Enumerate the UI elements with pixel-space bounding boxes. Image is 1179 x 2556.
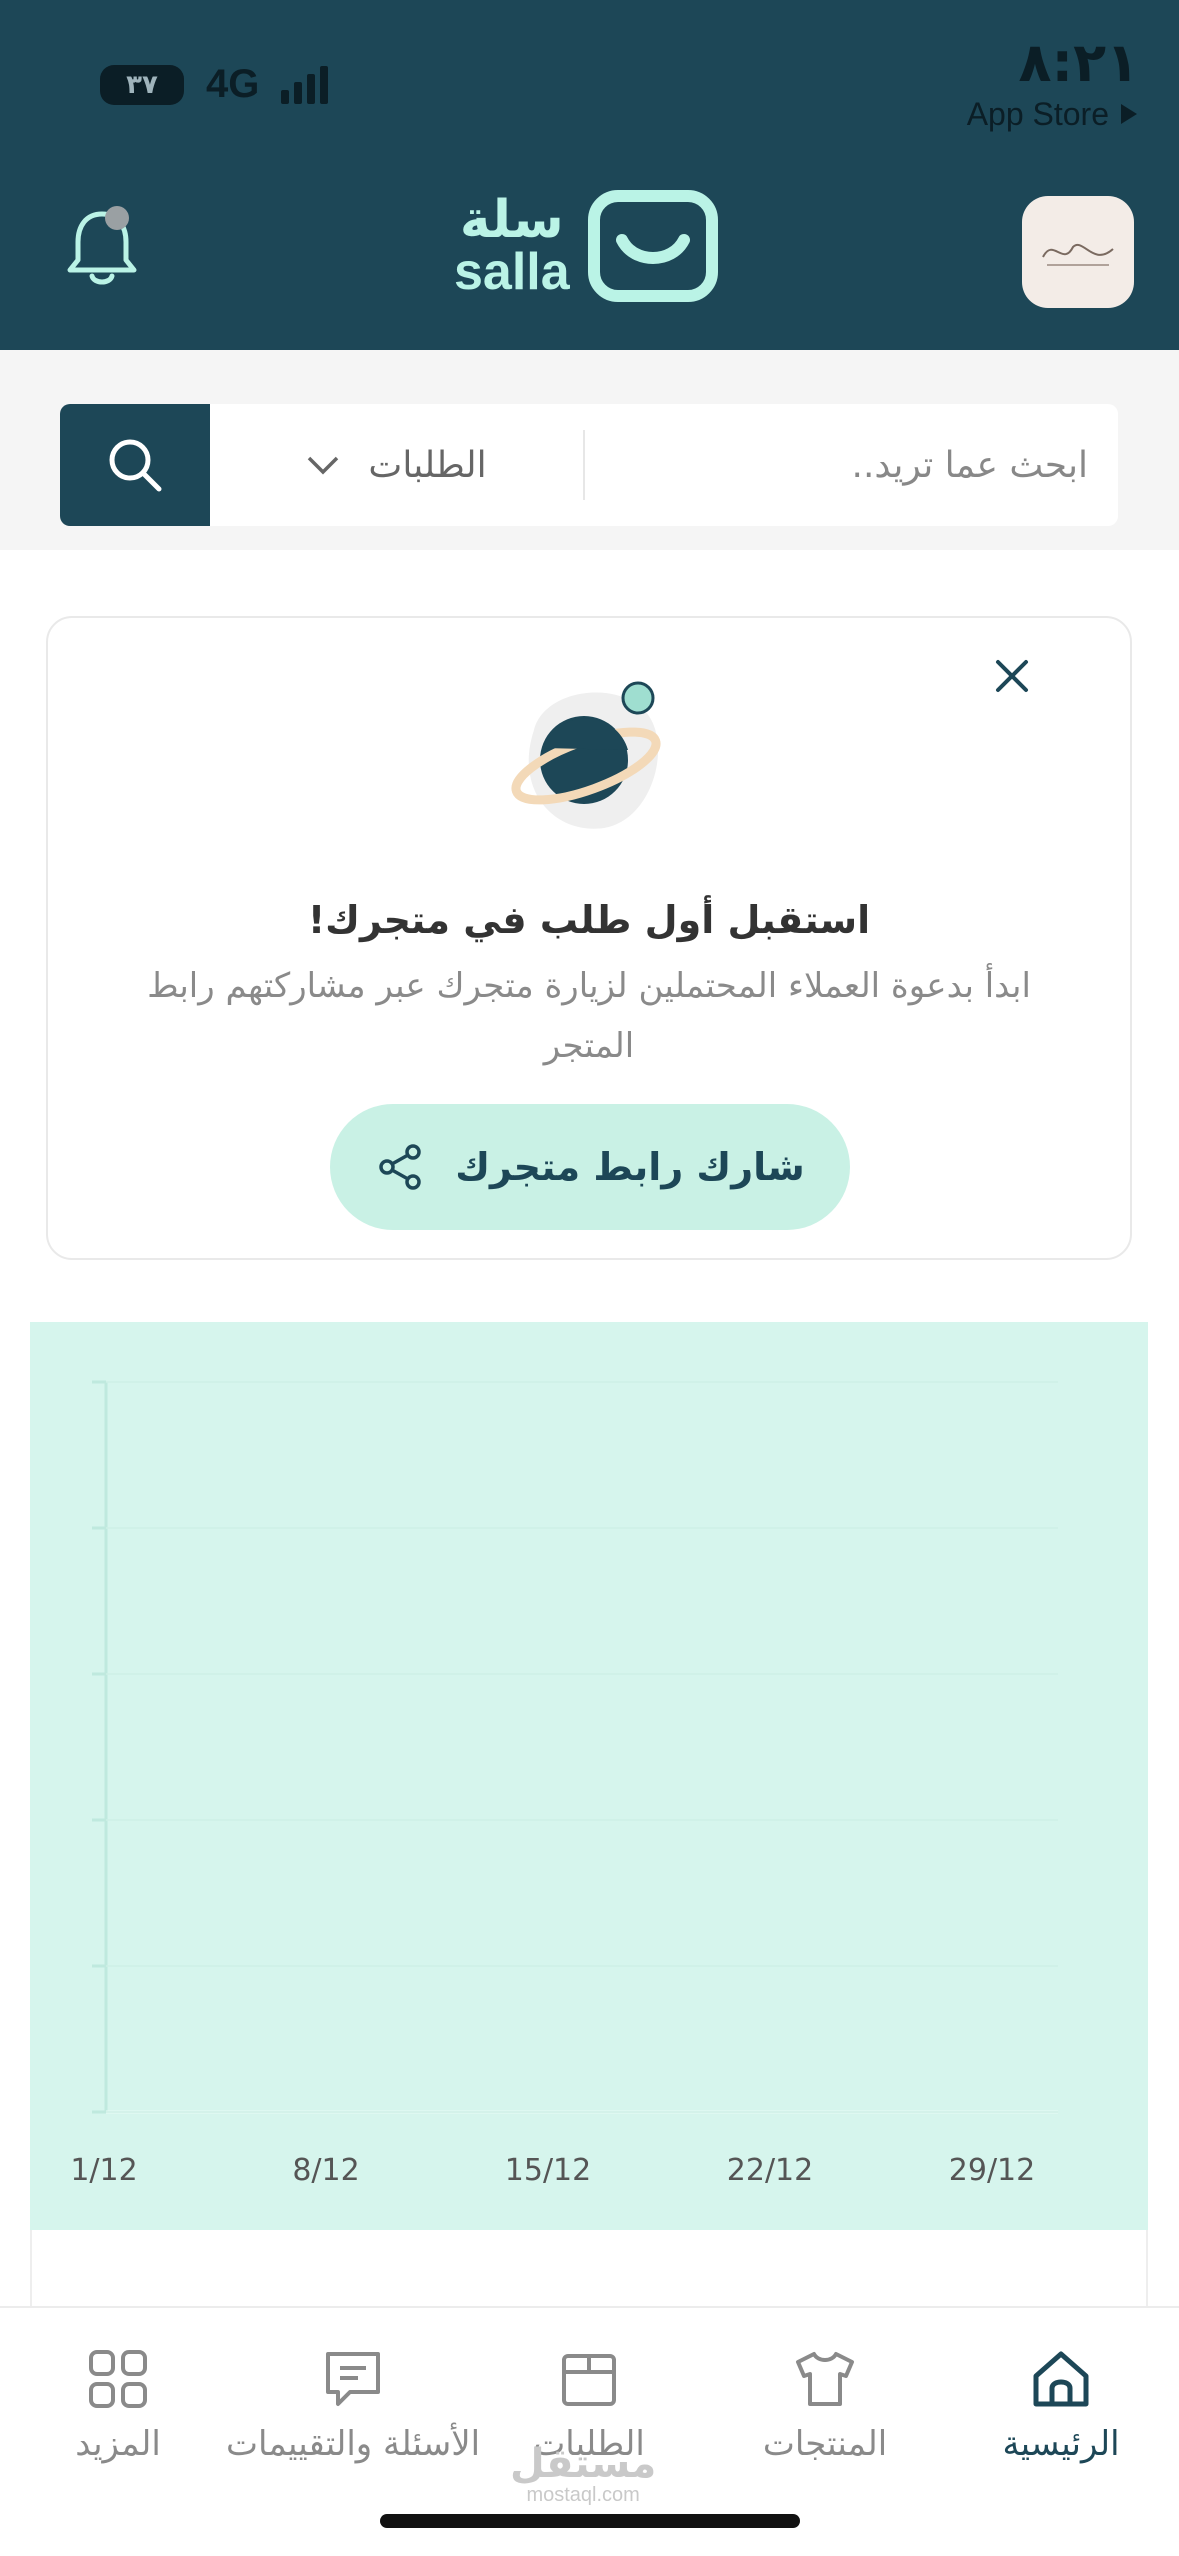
signal-icon	[281, 65, 329, 104]
back-app-label: App Store	[966, 96, 1109, 132]
network-type: 4G	[206, 62, 260, 106]
x-tick-label: 1/12	[70, 2153, 137, 2188]
watermark: مستقل mostaql.com	[510, 2444, 656, 2507]
card-description: ابدأ بدعوة العملاء المحتملين لزيارة متجر…	[147, 966, 1031, 1066]
share-button-label: شارك رابط متجرك	[455, 1145, 805, 1189]
box-icon	[556, 2344, 622, 2414]
salla-logo: سلة salla	[454, 190, 718, 302]
tab-questions-label: الأسئلة والتقييمات	[225, 2424, 481, 2464]
tab-questions-reviews[interactable]: الأسئلة والتقييمات	[226, 2308, 480, 2488]
chart-canvas: 1/12 8/12 15/12 22/12 29/12	[70, 1380, 1058, 2188]
notification-dot	[105, 206, 129, 230]
search-input[interactable]	[585, 404, 1118, 526]
watermark-english: mostaql.com	[526, 2484, 640, 2506]
grid-icon	[85, 2344, 151, 2414]
clock: ٨:٢١	[1018, 31, 1139, 94]
logo-arabic: سلة	[459, 190, 564, 250]
x-tick-label: 15/12	[505, 2153, 591, 2188]
tab-more-label: المزيد	[75, 2424, 161, 2464]
shirt-icon	[792, 2344, 858, 2414]
share-icon	[379, 1144, 421, 1190]
chat-icon	[320, 2344, 386, 2414]
bell-icon[interactable]	[62, 206, 142, 294]
home-icon	[1028, 2344, 1094, 2414]
filter-label: الطلبات	[368, 444, 487, 486]
logo-english: salla	[454, 243, 570, 301]
share-store-link-button[interactable]: شارك رابط متجرك	[330, 1104, 850, 1230]
search-button[interactable]	[60, 404, 210, 526]
tab-products-label: المنتجات	[762, 2424, 888, 2464]
home-indicator[interactable]	[380, 2514, 800, 2528]
play-arrow-icon	[1119, 96, 1139, 133]
battery-indicator: ٣٧	[100, 64, 184, 105]
onboarding-card: استقبل أول طلب في متجرك! ابدأ بدعوة العم…	[46, 616, 1132, 1260]
chart-card-footer	[30, 2230, 1148, 2310]
tab-products[interactable]: المنتجات	[707, 2308, 943, 2488]
x-tick-label: 22/12	[727, 2153, 813, 2188]
tab-home-label: الرئيسية	[1002, 2424, 1120, 2464]
back-to-app-link[interactable]: App Store	[967, 96, 1139, 133]
tab-more[interactable]: المزيد	[0, 2308, 236, 2488]
search-section: الطلبات	[0, 350, 1179, 550]
card-title: استقبل أول طلب في متجرك!	[307, 898, 871, 942]
search-icon	[109, 439, 162, 492]
search-filter-select[interactable]: الطلبات	[210, 430, 585, 500]
store-logo-icon	[1042, 244, 1114, 266]
watermark-arabic: مستقل	[510, 2441, 657, 2487]
basket-logo-icon	[587, 190, 718, 302]
close-icon[interactable]	[992, 656, 1032, 700]
search-bar: الطلبات	[60, 404, 1118, 526]
orders-chart: 1/12 8/12 15/12 22/12 29/12	[30, 1322, 1148, 2230]
x-tick-label: 29/12	[949, 2153, 1035, 2188]
app-header: ٣٧ 4G ٨:٢١ App Store سلة salla	[0, 0, 1179, 350]
tab-home[interactable]: الرئيسية	[943, 2308, 1179, 2488]
status-indicators: ٣٧ 4G	[100, 62, 329, 107]
status-right: ٨:٢١ App Store	[967, 30, 1139, 133]
chevron-down-icon	[308, 456, 339, 475]
x-tick-label: 8/12	[292, 2153, 359, 2188]
planet-icon	[504, 670, 674, 844]
store-avatar[interactable]	[1022, 196, 1134, 308]
